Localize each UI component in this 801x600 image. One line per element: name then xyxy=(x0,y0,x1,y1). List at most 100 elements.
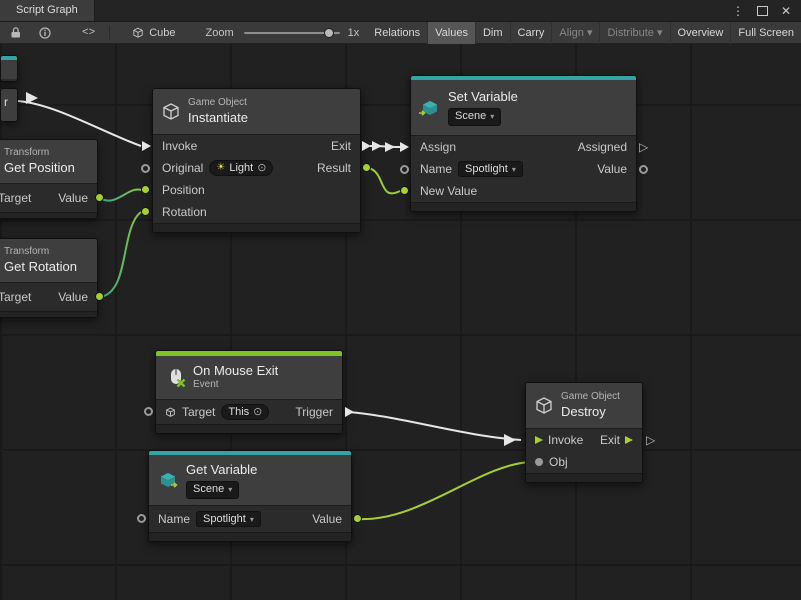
port-label-rotation: Rotation xyxy=(162,205,207,219)
port-instantiate-original[interactable] xyxy=(141,164,150,173)
port-getvariable-value[interactable] xyxy=(353,514,362,523)
node-fragment[interactable]: r xyxy=(0,88,18,122)
port-setvariable-value[interactable] xyxy=(639,165,648,174)
port-setvariable-assign[interactable] xyxy=(400,142,409,152)
tab-bar: Script Graph ⋮ ✕ xyxy=(0,0,801,22)
wires-layer xyxy=(0,44,801,600)
graph-toolbar: <> Cube Zoom 1x Relations Values Dim Car… xyxy=(0,22,801,44)
values-button[interactable]: Values xyxy=(427,22,475,44)
port-getvariable-name[interactable] xyxy=(137,514,146,523)
port-label-new-value: New Value xyxy=(420,184,477,198)
node-header: Transform Get Rotation xyxy=(0,239,97,283)
port-instantiate-exit[interactable] xyxy=(362,141,371,151)
node-group: Game Object xyxy=(188,97,248,110)
variable-name-dropdown[interactable]: Spotlight ▾ xyxy=(458,161,523,177)
lock-icon[interactable] xyxy=(4,22,26,44)
zoom-slider[interactable] xyxy=(244,32,340,34)
overview-button[interactable]: Overview xyxy=(670,22,731,44)
port-onmouseexit-trigger[interactable] xyxy=(345,407,354,417)
object-field-this[interactable]: This ⊙ xyxy=(221,404,269,420)
code-view-icon[interactable]: <> xyxy=(74,27,103,39)
tab-title: Script Graph xyxy=(16,4,78,16)
port-label-assigned: Assigned xyxy=(578,140,627,154)
zoom-value: 1x xyxy=(348,27,360,39)
variable-scope-dropdown[interactable]: Scene ▾ xyxy=(448,108,501,126)
port-setvariable-assigned[interactable]: ▷ xyxy=(639,141,648,153)
port-setvariable-newvalue[interactable] xyxy=(400,186,409,195)
port-label-assign: Assign xyxy=(420,140,456,154)
cube-icon xyxy=(161,102,181,122)
zoom-slider-knob[interactable] xyxy=(324,28,334,38)
graph-canvas[interactable]: r Transform Get Position Target Value Tr… xyxy=(0,44,801,600)
align-dropdown[interactable]: Align ▾ xyxy=(551,22,599,44)
port-label-exit: Exit xyxy=(331,139,351,153)
object-field-value: This xyxy=(228,406,249,418)
port-setvariable-name[interactable] xyxy=(400,165,409,174)
node-footer xyxy=(0,212,97,218)
maximize-icon[interactable] xyxy=(757,6,768,16)
port-label-value: Value xyxy=(58,191,88,205)
port-label-target: Target xyxy=(0,290,31,304)
node-title: Destroy xyxy=(561,404,620,420)
node-fragment-teal[interactable] xyxy=(0,55,18,82)
wire-result-to-newvalue[interactable] xyxy=(368,168,400,193)
port-instantiate-position[interactable] xyxy=(141,185,150,194)
node-set-variable[interactable]: Set Variable Scene ▾ Assign Assigned Nam… xyxy=(410,75,637,212)
carry-button[interactable]: Carry xyxy=(510,22,552,44)
node-group: Transform xyxy=(4,147,75,160)
cube-icon xyxy=(132,27,144,39)
node-group: Game Object xyxy=(561,391,620,404)
tab-script-graph[interactable]: Script Graph xyxy=(0,0,95,21)
port-label-name: Name xyxy=(420,162,452,176)
node-get-variable[interactable]: Get Variable Scene ▾ Name Spotlight ▾ Va… xyxy=(148,450,352,542)
node-instantiate[interactable]: Game Object Instantiate Invoke Exit Orig… xyxy=(152,88,361,233)
port-destroy-exit[interactable]: ▷ xyxy=(646,434,655,446)
wire-getvariable-to-obj[interactable] xyxy=(358,462,530,519)
control-in-arrow-icon[interactable] xyxy=(535,436,543,444)
object-field-light[interactable]: ☀ Light ⊙ xyxy=(209,160,273,176)
port-instantiate-invoke[interactable] xyxy=(142,141,151,151)
dim-button[interactable]: Dim xyxy=(475,22,510,44)
node-destroy[interactable]: Game Object Destroy Invoke Exit Obj xyxy=(525,382,643,483)
kebab-menu-icon[interactable]: ⋮ xyxy=(732,4,744,18)
node-on-mouse-exit[interactable]: On Mouse Exit Event Target This ⊙ Trigge… xyxy=(155,350,343,434)
distribute-dropdown[interactable]: Distribute ▾ xyxy=(599,22,669,44)
toolbar-divider xyxy=(109,26,110,40)
wire-getposition-to-position[interactable] xyxy=(100,190,141,201)
port-instantiate-result[interactable] xyxy=(362,163,371,172)
node-get-position[interactable]: Transform Get Position Target Value xyxy=(0,139,98,219)
close-icon[interactable]: ✕ xyxy=(781,4,791,18)
port-label-exit: Exit xyxy=(600,433,620,447)
control-out-arrow-icon[interactable] xyxy=(625,436,633,444)
variable-name-value: Spotlight xyxy=(465,163,508,175)
node-footer xyxy=(149,532,351,541)
relations-button[interactable]: Relations xyxy=(367,22,427,44)
fullscreen-button[interactable]: Full Screen xyxy=(730,22,801,44)
node-footer xyxy=(0,311,97,317)
variable-name-dropdown[interactable]: Spotlight ▾ xyxy=(196,511,261,527)
gameobject-mini-icon xyxy=(165,407,176,418)
wire-getrotation-to-rotation[interactable] xyxy=(100,212,141,297)
port-instantiate-rotation[interactable] xyxy=(141,207,150,216)
node-title: Get Variable xyxy=(186,462,257,478)
toolbar-buttons: Relations Values Dim Carry Align ▾ Distr… xyxy=(367,22,801,44)
port-onmouseexit-target[interactable] xyxy=(144,407,153,416)
info-icon[interactable] xyxy=(34,22,56,44)
obj-port-dot[interactable] xyxy=(535,458,543,466)
node-get-rotation[interactable]: Transform Get Rotation Target Value xyxy=(0,238,98,318)
node-header: On Mouse Exit Event xyxy=(156,356,342,400)
graph-target[interactable]: Cube xyxy=(132,27,175,39)
port-getposition-value[interactable] xyxy=(95,193,104,202)
port-getrotation-value[interactable] xyxy=(95,292,104,301)
node-group: Transform xyxy=(4,246,77,259)
node-footer xyxy=(153,223,360,232)
variable-scope-dropdown[interactable]: Scene ▾ xyxy=(186,481,239,499)
port-label-value: Value xyxy=(58,290,88,304)
node-header: Game Object Instantiate xyxy=(153,89,360,135)
node-title: Get Rotation xyxy=(4,259,77,275)
wire-trigger-to-destroy-invoke[interactable] xyxy=(349,412,521,440)
script-graph-window: Script Graph ⋮ ✕ <> Cube Zoom 1x Relatio… xyxy=(0,0,801,600)
node-header: Game Object Destroy xyxy=(526,383,642,429)
object-picker-icon[interactable]: ⊙ xyxy=(257,163,266,174)
object-picker-icon[interactable]: ⊙ xyxy=(253,407,262,418)
